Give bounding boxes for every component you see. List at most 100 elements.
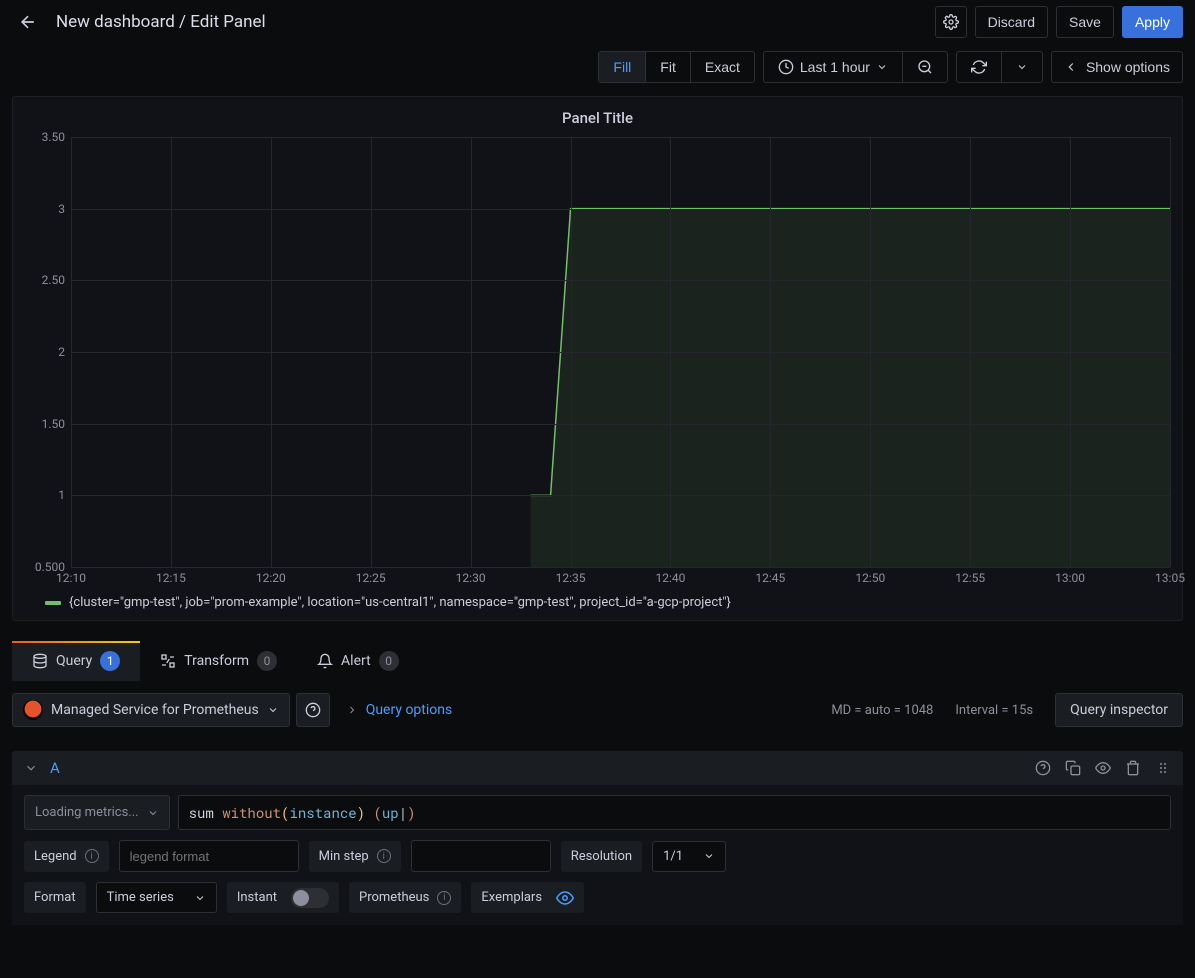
legend-swatch	[45, 601, 61, 605]
datasource-picker[interactable]: Managed Service for Prometheus	[12, 693, 290, 727]
chevron-right-icon	[346, 704, 358, 716]
fill-segment[interactable]: Fill	[599, 52, 646, 82]
datasource-help-button[interactable]	[296, 693, 330, 727]
bell-icon	[317, 653, 333, 669]
x-tick: 12:40	[656, 571, 686, 585]
fit-segment[interactable]: Fit	[646, 52, 691, 82]
format-select[interactable]: Time series	[96, 882, 217, 913]
page-title: New dashboard / Edit Panel	[56, 12, 923, 32]
chevron-left-icon	[1064, 60, 1078, 74]
panel-title: Panel Title	[25, 105, 1170, 137]
delete-query-button[interactable]	[1125, 760, 1141, 776]
md-info: MD = auto = 1048	[831, 703, 933, 718]
refresh-button[interactable]	[957, 52, 1002, 82]
y-tick: 1	[58, 488, 65, 502]
grip-icon	[1155, 760, 1171, 776]
show-options-button[interactable]: Show options	[1051, 51, 1183, 83]
query-collapse-toggle[interactable]	[24, 761, 38, 775]
chevron-down-icon	[194, 892, 206, 904]
toggle-query-visibility-button[interactable]	[1095, 760, 1111, 776]
y-tick: 2.50	[42, 273, 65, 287]
transform-icon	[160, 653, 176, 669]
legend[interactable]: {cluster="gmp-test", job="prom-example",…	[45, 589, 1170, 612]
apply-button[interactable]: Apply	[1122, 6, 1183, 38]
tab-alert[interactable]: Alert 0	[297, 641, 419, 681]
query-ref-id[interactable]: A	[50, 759, 60, 777]
query-inspector-button[interactable]: Query inspector	[1055, 693, 1183, 727]
chevron-down-icon	[1016, 61, 1028, 73]
x-tick: 12:35	[556, 571, 586, 585]
clock-icon	[778, 59, 794, 75]
minstep-label: Min stepi	[309, 841, 401, 872]
exact-segment[interactable]: Exact	[691, 52, 754, 82]
prometheus-icon	[23, 700, 43, 720]
duplicate-query-button[interactable]	[1065, 760, 1081, 776]
time-range-picker[interactable]: Last 1 hour	[764, 52, 903, 82]
x-tick: 12:10	[56, 571, 86, 585]
back-button[interactable]	[12, 6, 44, 38]
refresh-interval-picker[interactable]	[1002, 52, 1042, 82]
x-tick: 13:00	[1055, 571, 1085, 585]
info-icon[interactable]: i	[377, 849, 391, 863]
metrics-browser-button[interactable]: Loading metrics...	[24, 795, 170, 830]
tabs: Query 1 Transform 0 Alert 0	[12, 641, 1183, 681]
table-view-toggle: Fill Fit Exact	[598, 51, 754, 83]
drag-handle[interactable]	[1155, 760, 1171, 776]
query-row-a: A Loading metrics... sum without(instanc…	[12, 751, 1183, 925]
y-tick: 3	[58, 202, 65, 216]
query-options-toggle[interactable]: Query options	[336, 702, 463, 718]
x-tick: 12:25	[356, 571, 386, 585]
x-tick: 12:45	[755, 571, 785, 585]
query-help-button[interactable]	[1035, 760, 1051, 776]
info-icon[interactable]: i	[85, 849, 99, 863]
minstep-input[interactable]	[411, 840, 551, 872]
help-icon	[305, 702, 321, 718]
settings-button[interactable]	[935, 6, 967, 38]
legend-input[interactable]	[119, 840, 299, 872]
x-tick: 12:30	[456, 571, 486, 585]
chevron-down-icon	[703, 850, 715, 862]
y-tick: 3.50	[42, 130, 65, 144]
x-tick: 13:05	[1155, 571, 1185, 585]
query-count-badge: 1	[100, 651, 120, 671]
zoom-out-icon	[917, 59, 933, 75]
interval-info: Interval = 15s	[955, 703, 1033, 718]
resolution-select[interactable]: 1/1	[652, 841, 726, 872]
alert-count-badge: 0	[379, 651, 399, 671]
zoom-out-button[interactable]	[903, 52, 947, 82]
legend-label: {cluster="gmp-test", job="prom-example",…	[69, 595, 731, 610]
x-tick: 12:20	[256, 571, 286, 585]
refresh-icon	[971, 59, 987, 75]
eye-icon	[1095, 760, 1111, 776]
gear-icon	[943, 14, 959, 30]
copy-icon	[1065, 760, 1081, 776]
help-icon	[1035, 760, 1051, 776]
exemplars-toggle[interactable]	[552, 889, 584, 907]
instant-toggle[interactable]	[291, 888, 329, 908]
chevron-down-icon	[24, 761, 38, 775]
resolution-label: Resolution	[561, 841, 642, 872]
transform-count-badge: 0	[257, 651, 277, 671]
x-tick: 12:50	[855, 571, 885, 585]
tab-transform[interactable]: Transform 0	[140, 641, 297, 681]
exemplars-label: Exemplars	[471, 882, 552, 913]
chart[interactable]: 0.50011.5022.5033.50	[25, 137, 1170, 567]
legend-label: Legendi	[24, 841, 109, 872]
promql-input[interactable]: sum without(instance) (up|)	[178, 795, 1171, 830]
chevron-down-icon	[267, 704, 279, 716]
info-icon[interactable]: i	[437, 891, 451, 905]
instant-label: Instant	[227, 882, 287, 913]
y-tick: 1.50	[42, 417, 65, 431]
tab-query[interactable]: Query 1	[12, 641, 140, 681]
y-tick: 2	[58, 345, 65, 359]
x-tick: 12:15	[156, 571, 186, 585]
save-button[interactable]: Save	[1056, 6, 1114, 38]
format-label: Format	[24, 882, 86, 913]
database-icon	[32, 653, 48, 669]
discard-button[interactable]: Discard	[975, 6, 1048, 38]
eye-icon	[556, 889, 574, 907]
plot-area	[71, 137, 1170, 567]
prometheus-label: Prometheusi	[349, 882, 461, 913]
chevron-down-icon	[147, 807, 159, 819]
y-axis: 0.50011.5022.5033.50	[25, 137, 71, 567]
